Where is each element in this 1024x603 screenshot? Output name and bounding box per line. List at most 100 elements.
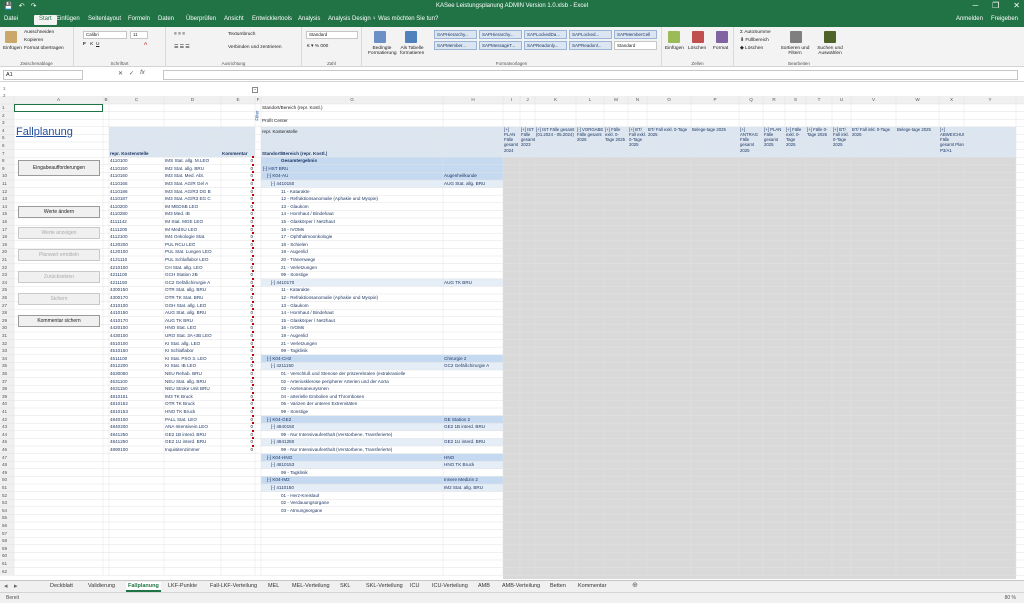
cell-style-9[interactable]: Standard — [614, 41, 657, 50]
comment-count[interactable]: 0 — [222, 423, 253, 430]
tree-item[interactable]: 99 - Sonstige — [281, 271, 308, 278]
font-size-select[interactable]: 11 — [130, 31, 148, 39]
font-color-icon[interactable]: A — [144, 42, 147, 47]
change-values-button[interactable]: Werte ändern — [18, 206, 100, 218]
tree-item[interactable]: 20 - Tränenwege — [281, 256, 315, 263]
format-as-table-icon[interactable] — [405, 31, 417, 43]
tree-item[interactable]: [-] 4840150 — [271, 423, 294, 430]
comment-count[interactable]: 0 — [222, 355, 253, 362]
conditional-format-button[interactable]: Bedingte Formatierung — [368, 46, 397, 56]
row-header[interactable]: 24 — [2, 279, 7, 286]
row-header[interactable]: 30 — [2, 324, 7, 331]
format-painter-button[interactable]: Format übertragen — [24, 46, 64, 51]
row-header[interactable]: 52 — [2, 492, 7, 499]
clear-button[interactable]: ◆ Löschen — [740, 46, 763, 51]
fill-button[interactable]: ⬇ Füllbereich — [740, 38, 769, 43]
tree-item[interactable]: 21 - Verletzungen — [281, 264, 317, 271]
zoom-level[interactable]: 80 % — [1005, 595, 1016, 601]
tab-10[interactable]: Analysis Design — [328, 16, 371, 22]
column-header-O[interactable]: O — [647, 96, 691, 103]
tab-scroll-right-icon[interactable]: ▸ — [14, 582, 18, 590]
row-header[interactable]: 14 — [2, 203, 7, 210]
copy-button[interactable]: Kopieren — [24, 38, 43, 43]
row-header[interactable]: 21 — [2, 256, 7, 263]
row-header[interactable]: 51 — [2, 484, 7, 491]
comment-count[interactable]: 0 — [222, 324, 253, 331]
tree-item[interactable]: 03 - Aortenaneurysmen — [281, 385, 329, 392]
row-header[interactable]: 31 — [2, 332, 7, 339]
outline-collapse-icon[interactable]: − — [252, 87, 258, 93]
tree-item[interactable]: [-] 4110150 — [271, 484, 294, 491]
row-header[interactable]: 55 — [2, 514, 7, 521]
sheet-tab-6[interactable]: MEL-Verteilung — [290, 582, 332, 590]
comment-count[interactable]: 0 — [222, 165, 253, 172]
tab-8[interactable]: Entwicklertools — [252, 16, 292, 22]
row-header[interactable]: 15 — [2, 210, 7, 217]
close-button[interactable]: ✕ — [1013, 1, 1020, 10]
cell-style-2[interactable]: SAPLockedDa... — [524, 30, 567, 39]
number-format-select[interactable]: Standard — [306, 31, 358, 39]
row-header[interactable]: 39 — [2, 393, 7, 400]
tree-item[interactable]: 12 - Refraktionsanomalie (Aphakie und My… — [281, 195, 378, 202]
row-header[interactable]: 35 — [2, 362, 7, 369]
sort-filter-icon[interactable] — [790, 31, 802, 43]
tree-item[interactable]: 21 - Verletzungen — [281, 340, 317, 347]
row-header[interactable]: 33 — [2, 347, 7, 354]
column-header-U[interactable]: U — [832, 96, 851, 103]
tab-1[interactable]: Start — [34, 15, 57, 25]
sheet-tab-4[interactable]: Fall-LKF-Verteilung — [208, 582, 259, 590]
row-header[interactable]: 43 — [2, 423, 7, 430]
row-header[interactable]: 4 — [2, 127, 5, 134]
column-header-W[interactable]: W — [896, 96, 939, 103]
add-sheet-icon[interactable]: ⊕ — [632, 581, 638, 589]
sheet-tab-7[interactable]: SKL — [338, 582, 352, 590]
sheet-tab-12[interactable]: AMB-Verteilung — [500, 582, 542, 590]
comment-count[interactable]: 0 — [222, 332, 253, 339]
column-header-H[interactable]: H — [443, 96, 503, 103]
tree-item[interactable]: 13 - Glaukom — [281, 302, 309, 309]
column-header-P[interactable]: P — [691, 96, 739, 103]
comment-count[interactable]: 0 — [222, 362, 253, 369]
determine-plan-button[interactable]: Planwert ermitteln — [18, 249, 100, 261]
cut-button[interactable]: Ausschneiden — [24, 30, 54, 35]
tree-item[interactable]: Gesamtergebnis — [281, 157, 317, 164]
tree-item[interactable]: 02 - Arteriosklerose peripherer Arterien… — [281, 378, 389, 385]
row-header[interactable]: 26 — [2, 294, 7, 301]
cancel-icon[interactable]: ✕ — [118, 70, 123, 77]
row-header[interactable]: 42 — [2, 416, 7, 423]
font-name-select[interactable]: Calibri — [83, 31, 127, 39]
row-header[interactable]: 8 — [2, 157, 5, 164]
cell-style-4[interactable]: SAPMemberCell — [614, 30, 657, 39]
comment-count[interactable]: 0 — [222, 393, 253, 400]
row-header[interactable]: 32 — [2, 340, 7, 347]
row-header[interactable]: 23 — [2, 271, 7, 278]
column-header-C[interactable]: C — [109, 96, 164, 103]
tree-item[interactable]: 15 - Glaskörper / Netzhaut — [281, 218, 335, 225]
tab-9[interactable]: Analysis — [298, 16, 320, 22]
cell-style-8[interactable]: SAPReadonl... — [569, 41, 612, 50]
worksheet-grid[interactable]: A B C D E F G H I J K L M N O P Q R S T U V W X Y 1 2 1 2 3 4 5 6 7 8 9 10 11… — [0, 84, 1024, 579]
row-header[interactable]: 59 — [2, 545, 7, 552]
percent-icon[interactable]: € ▾ % 000 — [307, 44, 328, 49]
conditional-format-icon[interactable] — [374, 31, 386, 43]
align-top-icon[interactable]: ≡ ≡ ≡ — [174, 32, 185, 37]
cell-style-5[interactable]: SAPMember... — [434, 41, 477, 50]
row-header[interactable]: 16 — [2, 218, 7, 225]
row-header[interactable]: 49 — [2, 469, 7, 476]
column-header-G[interactable]: G — [261, 96, 443, 103]
comment-count[interactable]: 0 — [222, 347, 253, 354]
column-header-A[interactable]: A — [14, 96, 103, 103]
format-as-table-button[interactable]: Als Tabelle formatieren — [400, 46, 424, 56]
column-header-J[interactable]: J — [520, 96, 535, 103]
comment-count[interactable]: 0 — [222, 416, 253, 423]
row-header[interactable]: 56 — [2, 522, 7, 529]
save-comment-button[interactable]: Kommentar sichern — [18, 315, 100, 327]
row-header[interactable]: 11 — [2, 180, 7, 187]
row-header[interactable]: 62 — [2, 568, 7, 575]
row-header[interactable]: 48 — [2, 461, 7, 468]
row-header[interactable]: 57 — [2, 530, 7, 537]
row-header[interactable]: 22 — [2, 264, 7, 271]
row-header[interactable]: 58 — [2, 537, 7, 544]
row-header[interactable]: 27 — [2, 302, 7, 309]
comment-count[interactable]: 0 — [222, 431, 253, 438]
